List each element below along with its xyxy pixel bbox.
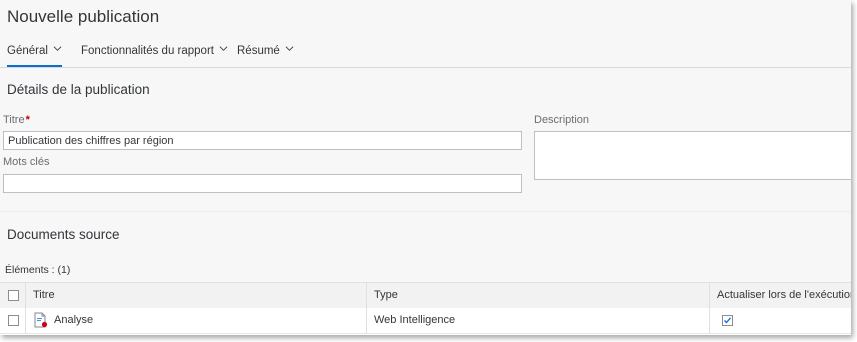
- tab-label: Général: [7, 45, 48, 57]
- tab-label: Résumé: [237, 45, 280, 57]
- items-count: Éléments : (1): [5, 264, 71, 276]
- source-documents-table: Titre Type Actualiser lors de l'exécutio…: [0, 282, 851, 335]
- refresh-on-run-checkbox[interactable]: [722, 315, 733, 326]
- chevron-down-icon: [219, 46, 228, 51]
- row-type: Web Intelligence: [374, 314, 456, 326]
- title-label-text: Titre: [3, 114, 25, 126]
- column-separator: [366, 308, 367, 333]
- chevron-down-icon: [285, 46, 294, 51]
- column-header-type[interactable]: Type: [374, 283, 398, 308]
- tab-summary[interactable]: Résumé: [237, 44, 294, 65]
- page-header: Nouvelle publication Général Fonctionnal…: [0, 0, 851, 68]
- column-header-title[interactable]: Titre: [33, 283, 55, 308]
- section-divider: [0, 211, 851, 212]
- select-all-checkbox[interactable]: [8, 290, 19, 301]
- tab-report-features[interactable]: Fonctionnalités du rapport: [81, 44, 228, 65]
- sources-section-title: Documents source: [7, 227, 120, 242]
- description-label: Description: [534, 114, 590, 126]
- details-section-title: Détails de la publication: [7, 82, 150, 97]
- page-title: Nouvelle publication: [7, 7, 160, 26]
- table-row[interactable]: Analyse Web Intelligence: [0, 308, 851, 334]
- webi-document-icon: [34, 312, 48, 328]
- column-separator: [25, 283, 26, 308]
- tab-general[interactable]: Général: [7, 44, 62, 67]
- column-header-refresh[interactable]: Actualiser lors de l'exécution: [717, 283, 851, 308]
- column-separator: [25, 308, 26, 333]
- table-header-row: Titre Type Actualiser lors de l'exécutio…: [0, 283, 851, 309]
- publication-window: Nouvelle publication Général Fonctionnal…: [0, 0, 851, 335]
- checkmark-icon: [724, 317, 731, 324]
- title-label: Titre*: [3, 114, 30, 126]
- tab-label: Fonctionnalités du rapport: [81, 45, 214, 57]
- title-input[interactable]: Publication des chiffres par région: [3, 131, 522, 150]
- row-title[interactable]: Analyse: [54, 308, 93, 333]
- keywords-label: Mots clés: [3, 156, 50, 168]
- chevron-down-icon: [53, 46, 62, 51]
- required-marker: *: [25, 114, 30, 126]
- keywords-input[interactable]: [3, 174, 522, 193]
- description-textarea[interactable]: [534, 131, 851, 180]
- column-separator: [709, 283, 710, 308]
- column-separator: [366, 283, 367, 308]
- column-separator: [709, 308, 710, 333]
- row-select-checkbox[interactable]: [8, 315, 19, 326]
